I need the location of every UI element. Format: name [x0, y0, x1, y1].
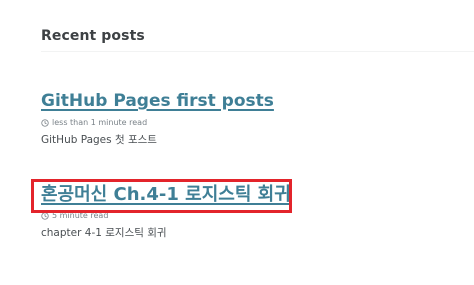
post-meta: less than 1 minute read: [41, 116, 274, 129]
section-title: Recent posts: [41, 28, 145, 44]
post-meta: 5 minute read: [41, 209, 291, 222]
clock-icon: [41, 118, 49, 127]
read-time: 5 minute read: [52, 211, 109, 220]
clock-icon: [41, 211, 49, 220]
post-title-link[interactable]: GitHub Pages first posts: [41, 90, 274, 112]
post-excerpt: GitHub Pages 첫 포스트: [41, 134, 157, 146]
post-item: GitHub Pages first posts less than 1 min…: [41, 90, 274, 147]
read-time: less than 1 minute read: [52, 118, 148, 127]
post-excerpt: chapter 4-1 로지스틱 회귀: [41, 227, 167, 239]
post-item: 혼공머신 Ch.4-1 로지스틱 회귀 5 minute read chapte…: [41, 184, 291, 240]
post-title-link[interactable]: 혼공머신 Ch.4-1 로지스틱 회귀: [41, 184, 291, 206]
section-divider: [41, 51, 474, 52]
